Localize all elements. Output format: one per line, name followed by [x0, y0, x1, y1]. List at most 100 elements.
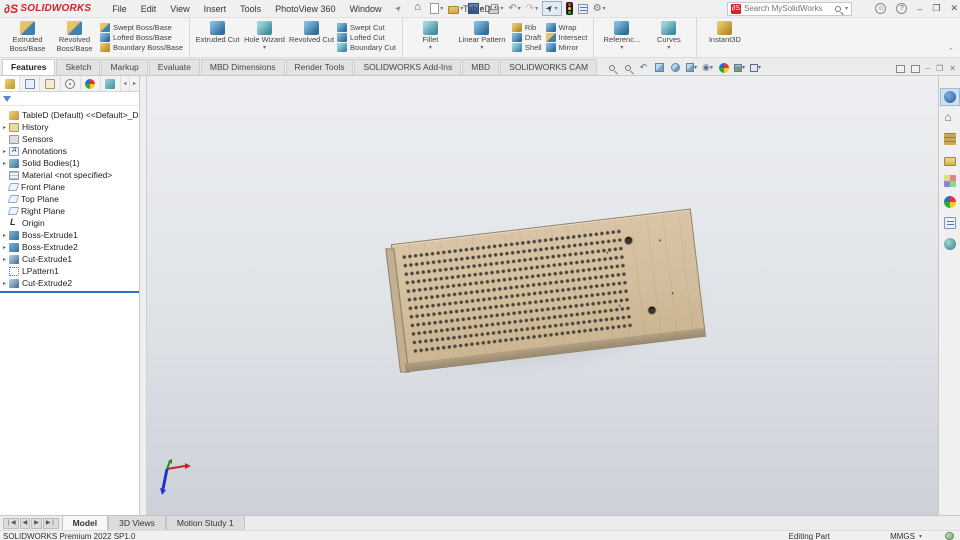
search-input[interactable]	[744, 4, 832, 13]
display-manager-tab[interactable]	[81, 76, 101, 91]
mirror-button[interactable]: Mirror	[545, 43, 588, 53]
custom-properties-button[interactable]	[940, 214, 960, 232]
tab-features[interactable]: Features	[2, 59, 56, 75]
tab-mbd[interactable]: MBD	[462, 59, 500, 75]
doc-close-button[interactable]: ✕	[949, 64, 956, 73]
expand-arrow-icon[interactable]: ▸	[0, 160, 9, 167]
dimxpert-manager-tab[interactable]	[61, 76, 81, 91]
reference-geometry-button[interactable]: Referenc... ▾	[598, 19, 645, 56]
expand-arrow-icon[interactable]: ▸	[0, 232, 9, 239]
tree-item-cut-extrude2[interactable]: ▸ Cut-Extrude2	[0, 277, 139, 289]
appearances-scenes-button[interactable]	[940, 193, 960, 211]
swept-cut-button[interactable]: Swept Cut	[337, 22, 396, 32]
tree-item-top-plane[interactable]: Top Plane	[0, 193, 139, 205]
file-properties-button[interactable]	[577, 2, 589, 16]
tree-item-boss-extrude1[interactable]: ▸ Boss-Extrude1	[0, 229, 139, 241]
prev-tab-button[interactable]: ◀	[19, 517, 31, 529]
tree-item-annotations[interactable]: ▸ Annotations	[0, 145, 139, 157]
dynamic-annotation-views-button[interactable]	[670, 62, 681, 73]
tree-item-boss-extrude2[interactable]: ▸ Boss-Extrude2	[0, 241, 139, 253]
draft-button[interactable]: Draft	[511, 32, 542, 42]
tab-solidworks-cam[interactable]: SOLIDWORKS CAM	[500, 59, 598, 75]
solidworks-resources-button[interactable]	[939, 88, 960, 106]
chevron-down-icon[interactable]: ▾	[845, 5, 848, 12]
zoom-to-area-button[interactable]	[622, 62, 633, 73]
menu-edit[interactable]: Edit	[134, 4, 164, 14]
rib-button[interactable]: Rib	[511, 22, 542, 32]
status-tag-icon[interactable]	[945, 532, 954, 540]
view-settings-button[interactable]: ▾	[750, 62, 761, 73]
doc-minimize-button[interactable]: –	[926, 64, 930, 73]
home-tab-button[interactable]	[940, 109, 960, 127]
section-view-button[interactable]	[654, 62, 665, 73]
pin-menu-icon[interactable]: ➤	[392, 3, 403, 14]
hole-wizard-button[interactable]: Hole Wizard ▾	[241, 19, 288, 56]
rebuild-button[interactable]	[565, 2, 574, 16]
graphics-viewport[interactable]	[147, 76, 938, 515]
fillet-button[interactable]: Fillet ▾	[407, 19, 454, 56]
linear-pattern-button[interactable]: Linear Pattern ▾	[454, 19, 510, 56]
menu-window[interactable]: Window	[343, 4, 389, 14]
redo-button[interactable]: ↷ ▾	[525, 2, 539, 16]
close-button[interactable]: ✕	[950, 3, 958, 14]
user-account-icon[interactable]: ☺	[875, 3, 887, 14]
apply-scene-button[interactable]: ▾	[734, 62, 745, 73]
next-tab-button[interactable]: ▶	[31, 517, 42, 529]
home-button[interactable]	[413, 1, 426, 16]
help-icon[interactable]: ?	[896, 3, 908, 14]
expand-arrow-icon[interactable]: ▸	[0, 256, 9, 263]
property-manager-tab[interactable]	[20, 76, 41, 91]
units-selector[interactable]: MMGS ▾	[890, 532, 922, 540]
lofted-cut-button[interactable]: Lofted Cut	[337, 32, 396, 42]
tab-3d-views[interactable]: 3D Views	[108, 515, 166, 530]
print-button[interactable]: ▾	[487, 2, 504, 16]
options-button[interactable]: ⚙ ▾	[592, 2, 607, 16]
edit-appearance-button[interactable]	[718, 62, 729, 73]
expand-arrow-icon[interactable]: ▸	[0, 280, 9, 287]
tab-scroll-right-button[interactable]: ▸	[130, 76, 140, 91]
cam-manager-tab[interactable]	[101, 76, 122, 91]
tree-filter-row[interactable]	[0, 92, 139, 106]
expand-arrow-icon[interactable]: ▸	[0, 124, 9, 131]
tab-motion-study-1[interactable]: Motion Study 1	[165, 515, 245, 530]
tree-item-lpattern1[interactable]: LPattern1	[0, 265, 139, 277]
solidworks-forum-button[interactable]	[940, 235, 960, 253]
tree-item-material[interactable]: Material <not specified>	[0, 169, 139, 181]
rollback-bar[interactable]	[0, 291, 139, 293]
featuremanager-design-tree-tab[interactable]	[0, 76, 21, 91]
tree-item-right-plane[interactable]: Right Plane	[0, 205, 139, 217]
save-button[interactable]: ▾	[467, 2, 484, 16]
minimize-button[interactable]: –	[917, 4, 922, 14]
tab-sketch[interactable]: Sketch	[56, 59, 101, 75]
last-tab-button[interactable]: ▶❘	[42, 517, 59, 529]
display-style-button[interactable]: ▾	[686, 62, 697, 73]
menu-tools[interactable]: Tools	[233, 4, 268, 14]
restore-button[interactable]: ❐	[932, 3, 940, 14]
menu-view[interactable]: View	[163, 4, 196, 14]
wrap-button[interactable]: Wrap	[545, 22, 588, 32]
tree-item-front-plane[interactable]: Front Plane	[0, 181, 139, 193]
pane-split-2-icon[interactable]	[910, 64, 920, 73]
tree-item-history[interactable]: ▸ History	[0, 121, 139, 133]
panel-splitter[interactable]	[140, 76, 147, 515]
new-button[interactable]: ▾	[429, 2, 444, 16]
first-tab-button[interactable]: ❘◀	[3, 517, 19, 529]
open-button[interactable]: ▾	[447, 2, 464, 16]
zoom-to-fit-button[interactable]	[606, 62, 617, 73]
tab-mbd-dimensions[interactable]: MBD Dimensions	[200, 59, 285, 75]
design-library-button[interactable]	[940, 130, 960, 148]
tree-item-origin[interactable]: Origin	[0, 217, 139, 229]
instant3d-button[interactable]: Instant3D	[701, 19, 748, 56]
pane-split-icon[interactable]	[895, 64, 905, 73]
select-tool-button[interactable]: ➤ ▾	[542, 1, 562, 16]
extruded-boss-base-button[interactable]: Extruded Boss/Base	[4, 19, 51, 56]
intersect-button[interactable]: Intersect	[545, 32, 587, 42]
tab-model[interactable]: Model	[61, 515, 109, 530]
lofted-boss-base-button[interactable]: Lofted Boss/Base	[100, 32, 183, 42]
search-box[interactable]: ∂S ▾	[727, 1, 852, 16]
tab-scroll-left-button[interactable]: ◂	[121, 76, 131, 91]
tab-render-tools[interactable]: Render Tools	[285, 59, 354, 75]
tree-item-sensors[interactable]: Sensors	[0, 133, 139, 145]
configuration-manager-tab[interactable]	[40, 76, 61, 91]
tree-item-cut-extrude1[interactable]: ▸ Cut-Extrude1	[0, 253, 139, 265]
